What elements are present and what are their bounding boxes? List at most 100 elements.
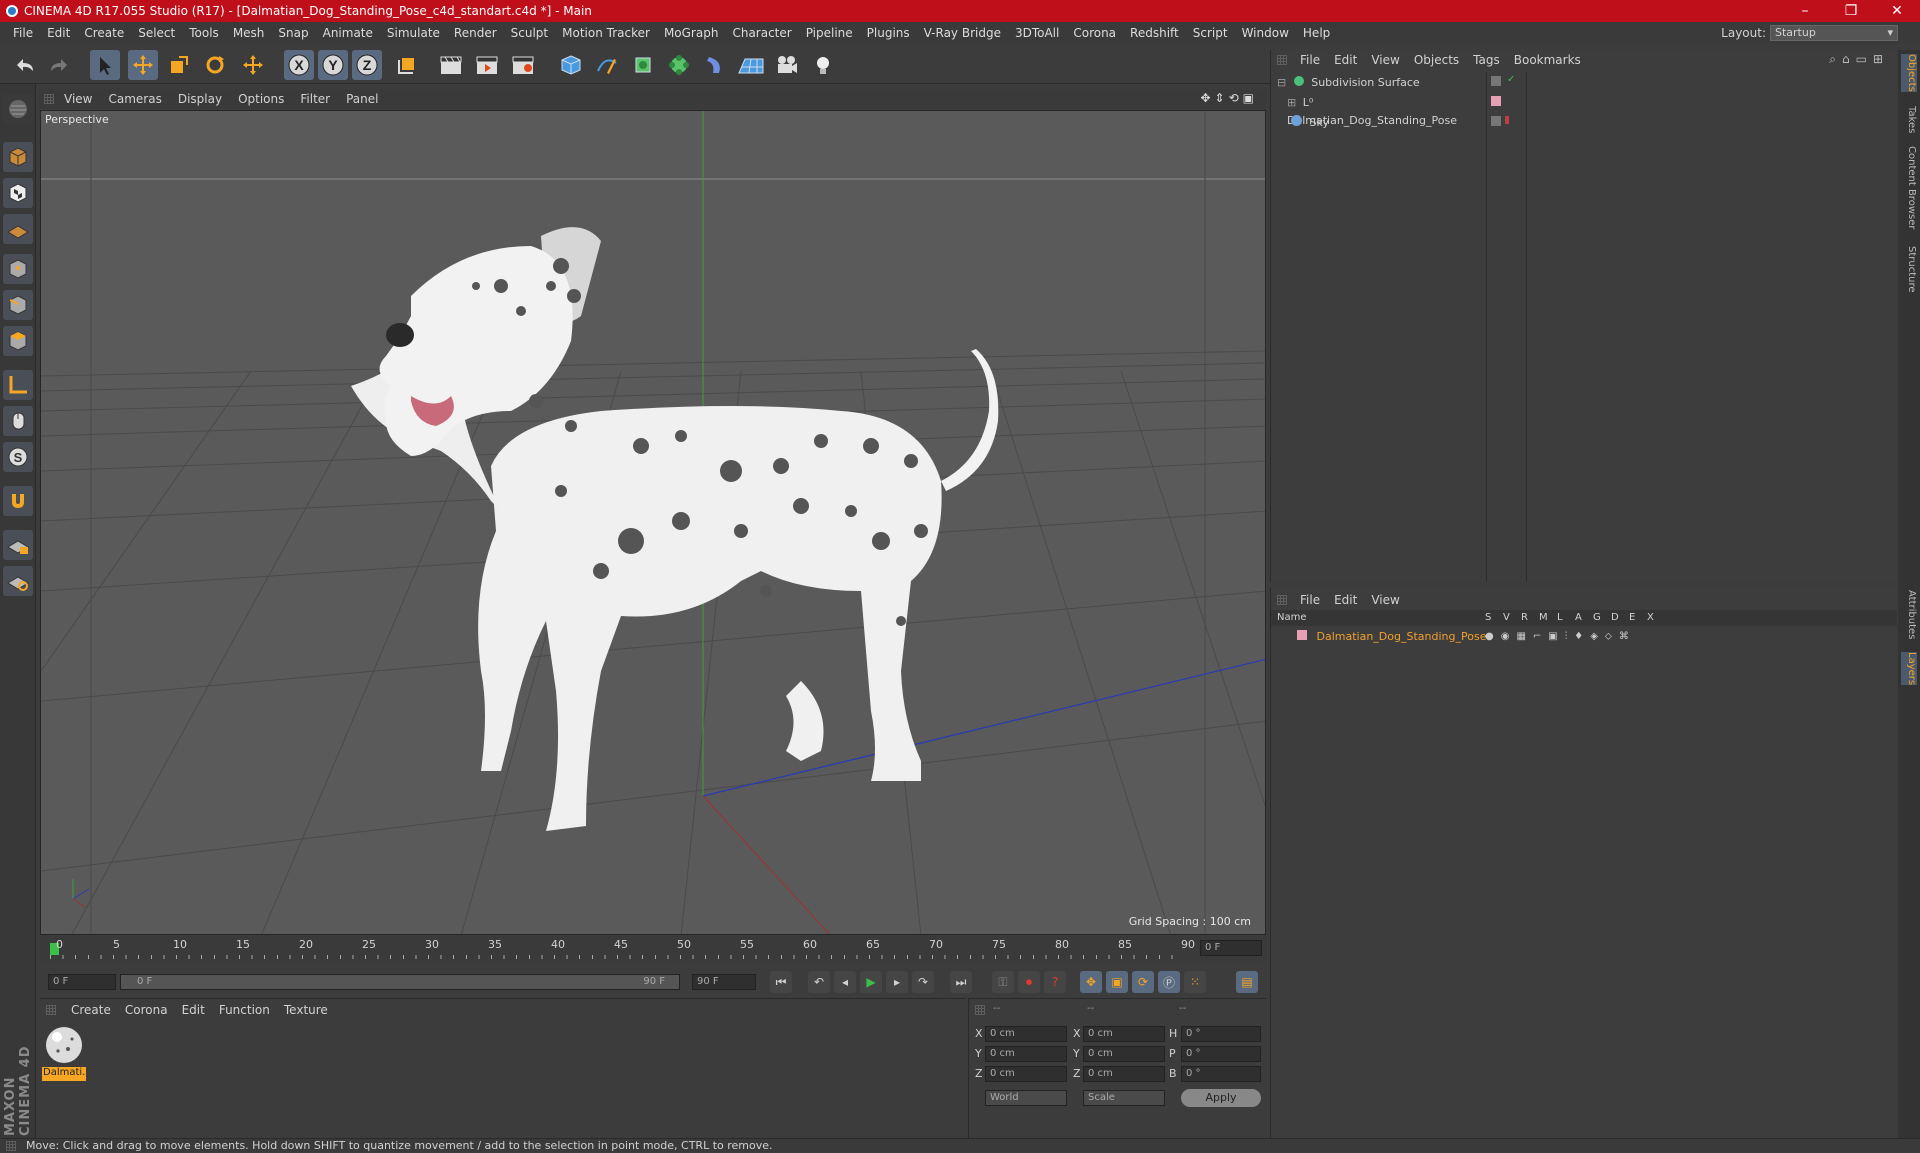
add-spline-button[interactable] (592, 50, 622, 80)
coordinate-space-dropdown[interactable]: World (985, 1090, 1067, 1106)
viewport-navigation-icons[interactable]: ✥⇕⟲▣ (1200, 91, 1258, 105)
material-menu-function[interactable]: Function (212, 1003, 277, 1017)
workplane-lock-button[interactable] (3, 530, 33, 560)
key-pla-button[interactable]: ⁙ (1184, 971, 1206, 993)
texture-mode-button[interactable] (3, 178, 33, 208)
size-mode-dropdown[interactable]: Scale (1083, 1090, 1165, 1106)
render-settings-button[interactable] (508, 50, 538, 80)
menu-tools[interactable]: Tools (182, 26, 226, 40)
next-key-button[interactable]: ↷ (912, 971, 934, 993)
add-environment-button[interactable] (736, 50, 766, 80)
layer-color-tag[interactable] (1491, 96, 1501, 106)
next-frame-button[interactable]: ▸ (886, 971, 908, 993)
menu-mesh[interactable]: Mesh (226, 26, 272, 40)
objects-menu-edit[interactable]: Edit (1327, 53, 1364, 67)
scale-tool[interactable] (164, 50, 194, 80)
menu-window[interactable]: Window (1235, 26, 1296, 40)
end-frame-field[interactable]: 90 F (692, 974, 756, 990)
undo-button[interactable] (10, 50, 40, 80)
layers-menu-edit[interactable]: Edit (1327, 593, 1364, 607)
material-menu-create[interactable]: Create (64, 1003, 118, 1017)
material-menu-edit[interactable]: Edit (175, 1003, 212, 1017)
add-cloner-button[interactable] (664, 50, 694, 80)
menu-pipeline[interactable]: Pipeline (799, 26, 860, 40)
key-scale-button[interactable]: ▣ (1106, 971, 1128, 993)
menu-render[interactable]: Render (447, 26, 504, 40)
workplane-align-button[interactable] (3, 566, 33, 596)
layer-color-swatch[interactable] (1297, 630, 1307, 640)
render-to-picture-viewer-button[interactable] (472, 50, 502, 80)
object-row-dalmatian[interactable]: ⊞ L⁰ Dalmatian_Dog_Standing_Pose (1287, 94, 1483, 127)
menu-corona[interactable]: Corona (1066, 26, 1123, 40)
menu-file[interactable]: File (6, 26, 40, 40)
snap-button[interactable] (3, 486, 33, 516)
timeline-window-button[interactable]: ▤ (1236, 971, 1258, 993)
object-row-subdivision-surface[interactable]: ⊟ Subdivision Surface (1277, 74, 1483, 92)
apply-button[interactable]: Apply (1181, 1089, 1261, 1107)
model-mode-button[interactable] (3, 142, 33, 172)
workplane-mode-button[interactable] (3, 214, 33, 244)
viewport-menu-view[interactable]: View (56, 92, 100, 106)
redo-button[interactable] (44, 50, 74, 80)
recent-tool[interactable] (238, 50, 268, 80)
previous-key-button[interactable]: ↶ (808, 971, 830, 993)
add-cube-button[interactable] (556, 50, 586, 80)
size-x-field[interactable]: 0 cm (1083, 1026, 1165, 1042)
menu-script[interactable]: Script (1186, 26, 1235, 40)
tweak-mode-button[interactable] (3, 406, 33, 436)
menu-create[interactable]: Create (77, 26, 131, 40)
position-x-field[interactable]: 0 cm (985, 1026, 1067, 1042)
axis-mode-button[interactable] (3, 370, 33, 400)
menu-sculpt[interactable]: Sculpt (504, 26, 555, 40)
material-menu-corona[interactable]: Corona (118, 1003, 175, 1017)
objects-menu-file[interactable]: File (1293, 53, 1327, 67)
tab-structure[interactable]: Structure (1901, 246, 1917, 293)
menu-mograph[interactable]: MoGraph (657, 26, 726, 40)
render-view-button[interactable] (436, 50, 466, 80)
viewport-menu-options[interactable]: Options (230, 92, 292, 106)
coordinate-system-button[interactable] (392, 50, 422, 80)
size-y-field[interactable]: 0 cm (1083, 1046, 1165, 1062)
rotation-h-field[interactable]: 0 ° (1181, 1026, 1261, 1042)
play-button[interactable]: ▶ (860, 971, 882, 993)
tab-takes[interactable]: Takes (1901, 106, 1917, 133)
objects-menu-objects[interactable]: Objects (1407, 53, 1466, 67)
layout-dropdown[interactable]: Startup ▾ (1770, 25, 1898, 41)
editor-visibility-toggle[interactable] (1491, 76, 1501, 86)
menu-motion-tracker[interactable]: Motion Tracker (555, 26, 657, 40)
menu-help[interactable]: Help (1296, 26, 1337, 40)
size-z-field[interactable]: 0 cm (1083, 1066, 1165, 1082)
objects-menu-view[interactable]: View (1364, 53, 1406, 67)
viewport-menu-panel[interactable]: Panel (338, 92, 386, 106)
viewport-menu-filter[interactable]: Filter (292, 92, 338, 106)
add-light-button[interactable] (808, 50, 838, 80)
tab-objects[interactable]: Objects (1901, 54, 1917, 92)
layers-menu-file[interactable]: File (1293, 593, 1327, 607)
rotation-b-field[interactable]: 0 ° (1181, 1066, 1261, 1082)
layer-row[interactable]: Dalmatian_Dog_Standing_Pose ●◉▦⌐▣⫶♦◈⬦⌘ (1277, 628, 1891, 646)
menu-redshift[interactable]: Redshift (1123, 26, 1186, 40)
position-z-field[interactable]: 0 cm (985, 1066, 1067, 1082)
current-frame-field[interactable]: 0 F (1200, 940, 1262, 956)
enabled-check-icon[interactable]: ✓ (1507, 74, 1515, 85)
timeline-ruler[interactable]: 0 5 10 15 20 25 30 35 40 45 50 55 60 65 … (40, 935, 1266, 961)
layer-flag-toggles[interactable]: ●◉▦⌐▣⫶♦◈⬦⌘ (1485, 628, 1636, 646)
add-deformer-button[interactable] (700, 50, 730, 80)
menu-select[interactable]: Select (131, 26, 182, 40)
solo-button[interactable]: S (3, 442, 33, 472)
editor-visibility-toggle[interactable] (1491, 116, 1501, 126)
material-swatch[interactable]: Dalmati... (42, 1025, 86, 1081)
object-manager-tools-icons[interactable]: ⌕⌂▭⊞ (1829, 52, 1889, 67)
minimize-button[interactable]: – (1782, 0, 1828, 22)
add-camera-button[interactable] (772, 50, 802, 80)
viewport-3d[interactable]: Perspective Grid Spacing : 100 cm (40, 110, 1266, 935)
frame-range-slider[interactable]: 0 F 90 F (120, 974, 680, 990)
key-parameter-button[interactable]: Ⓟ (1158, 971, 1180, 993)
close-button[interactable]: ✕ (1874, 0, 1920, 22)
live-selection-tool[interactable] (90, 50, 120, 80)
points-mode-button[interactable] (3, 254, 33, 284)
menu-simulate[interactable]: Simulate (380, 26, 447, 40)
objects-menu-tags[interactable]: Tags (1466, 53, 1507, 67)
autokey-button[interactable]: ⏺ (1018, 971, 1040, 993)
viewport-menu-cameras[interactable]: Cameras (100, 92, 169, 106)
